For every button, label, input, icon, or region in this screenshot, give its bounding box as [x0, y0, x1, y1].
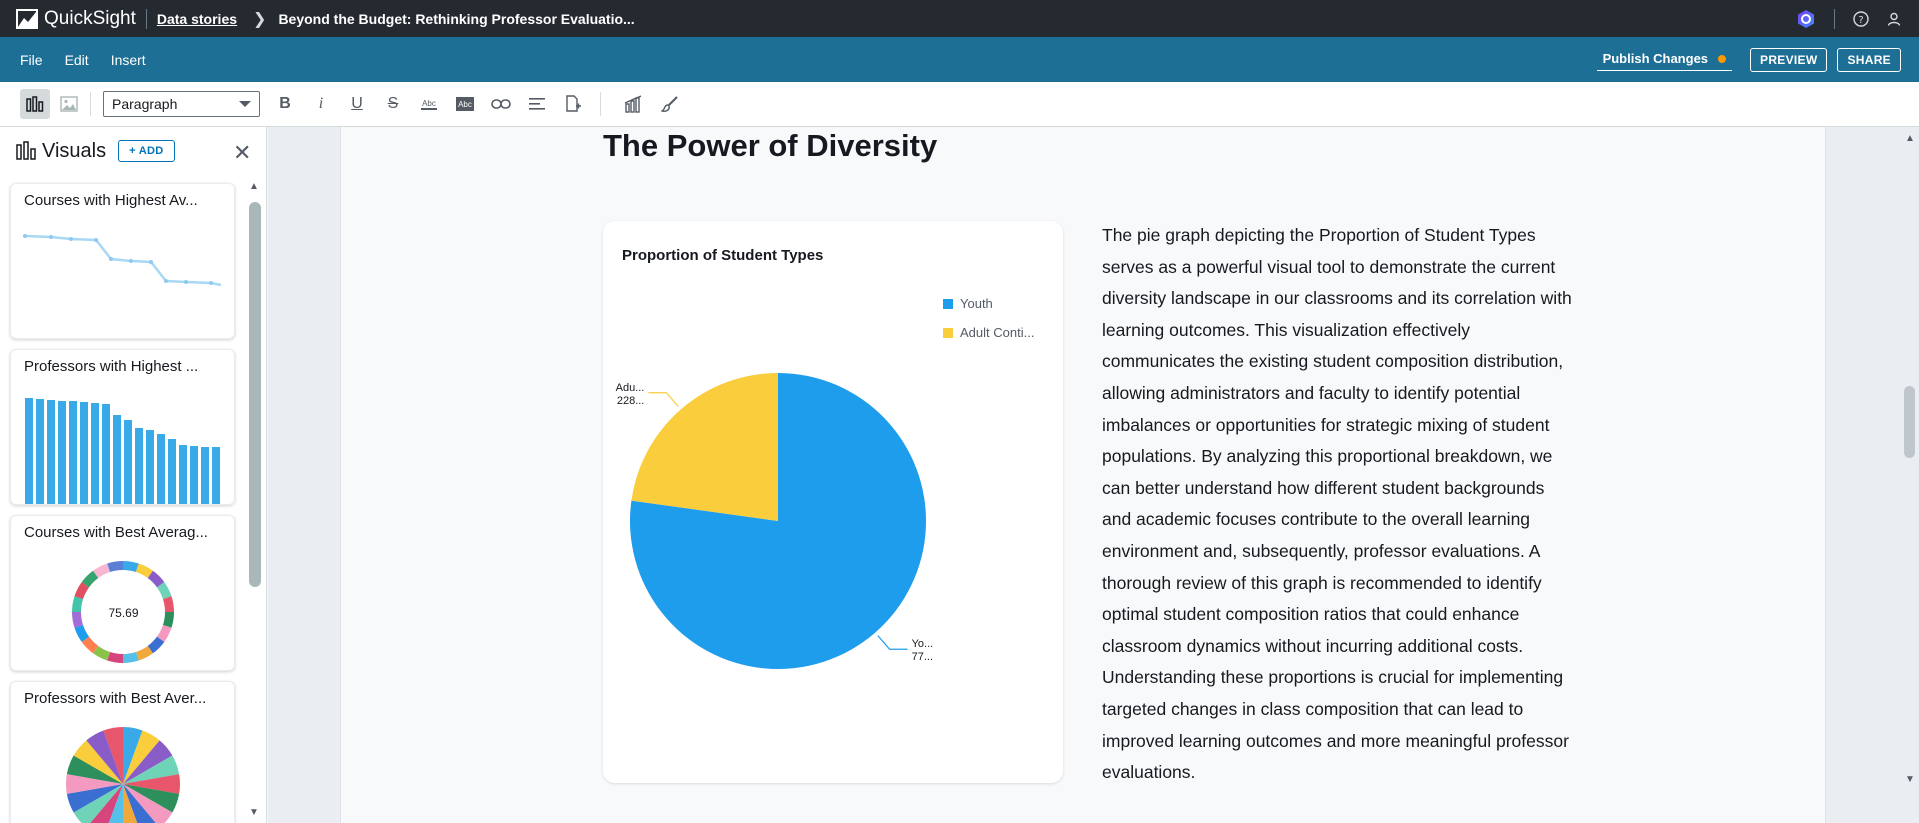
pie-data-label: Adu...	[616, 382, 645, 394]
svg-text:Abc: Abc	[458, 100, 472, 109]
story-heading[interactable]: The Power of Diversity	[603, 128, 937, 164]
align-left-icon	[529, 98, 545, 110]
visual-card-bar[interactable]: Professors with Highest ...	[10, 349, 235, 505]
divider	[1834, 8, 1835, 29]
paint-brush-icon	[661, 96, 678, 112]
images-panel-toggle[interactable]	[54, 89, 84, 119]
help-icon[interactable]: ?	[1853, 10, 1869, 27]
menu-bar: File Edit Insert Publish Changes PREVIEW…	[0, 37, 1919, 82]
bar-chart-icon	[26, 96, 44, 112]
italic-button[interactable]: i	[306, 89, 336, 119]
theme-brush-button[interactable]	[655, 89, 685, 119]
story-page	[340, 127, 1826, 823]
insert-icon	[566, 95, 581, 112]
pie-data-label: 77...	[912, 651, 933, 663]
visuals-panel-toggle[interactable]	[20, 89, 50, 119]
formatting-toolbar: Paragraph B i U S Abc Abc	[0, 82, 1919, 127]
menu-edit[interactable]: Edit	[65, 52, 89, 68]
underline-button[interactable]: U	[342, 89, 372, 119]
donut-thumb-segment	[107, 651, 123, 663]
divider	[145, 8, 147, 29]
panel-scrollbar[interactable]	[249, 202, 261, 587]
font-color-button[interactable]: Abc	[414, 89, 444, 119]
insert-element-button[interactable]	[558, 89, 588, 119]
pie-data-label: Yo...	[912, 638, 934, 650]
divider	[90, 92, 91, 116]
align-button[interactable]	[522, 89, 552, 119]
pie-chart: Yo...77... Adu...228...	[616, 373, 934, 669]
paragraph-style-value: Paragraph	[112, 96, 178, 112]
page-scrollbar[interactable]	[1904, 386, 1915, 458]
scroll-up-icon[interactable]: ▲	[249, 181, 259, 192]
quicksight-logo-icon	[16, 8, 38, 29]
pie-label-leader-0	[877, 635, 908, 650]
chart-format-icon	[624, 95, 642, 113]
donut-thumb-segment	[107, 561, 123, 573]
unsaved-indicator-icon	[1718, 54, 1727, 63]
highlight-button[interactable]: Abc	[450, 89, 480, 119]
image-icon	[60, 96, 78, 112]
bold-button[interactable]: B	[270, 89, 300, 119]
paragraph-style-select[interactable]: Paragraph	[103, 91, 260, 117]
svg-text:?: ?	[1858, 15, 1863, 26]
menu-insert[interactable]: Insert	[111, 52, 146, 68]
visual-pie-proportion-student-types[interactable]: Proportion of Student Types Youth Adult …	[603, 221, 1063, 783]
chart-format-button[interactable]	[619, 89, 649, 119]
strikethrough-button[interactable]: S	[378, 89, 408, 119]
highlight-icon: Abc	[456, 97, 474, 111]
story-paragraph[interactable]: The pie graph depicting the Proportion o…	[1102, 220, 1572, 789]
link-button[interactable]	[486, 89, 516, 119]
strikethrough-icon: S	[387, 95, 399, 112]
pie-label-leader-1	[648, 392, 679, 407]
pie-slice-1[interactable]	[631, 373, 778, 521]
italic-icon: i	[318, 95, 324, 112]
share-button[interactable]: SHARE	[1837, 47, 1901, 72]
close-icon[interactable]: ✕	[233, 140, 251, 166]
visuals-panel: Visuals + ADD ✕ Courses with Highest Av.…	[0, 127, 267, 823]
bar-chart-thumbnail	[25, 398, 220, 504]
scroll-up-icon[interactable]: ▲	[1905, 133, 1915, 144]
top-bar: QuickSight Data stories ❯ Beyond the Bud…	[0, 0, 1919, 37]
breadcrumb-data-stories[interactable]: Data stories	[157, 11, 237, 27]
link-icon	[491, 99, 511, 109]
publish-label: Publish Changes	[1602, 51, 1709, 66]
pie-data-label: 228...	[617, 395, 645, 407]
menu-file[interactable]: File	[20, 52, 43, 68]
chevron-right-icon: ❯	[253, 10, 267, 28]
publish-changes-button[interactable]: Publish Changes	[1596, 48, 1733, 71]
preview-button[interactable]: PREVIEW	[1750, 47, 1828, 72]
visual-card-pie[interactable]: Professors with Best Aver...	[10, 681, 235, 823]
pie-chart-thumbnail	[66, 727, 181, 823]
bar-chart-icon	[16, 141, 36, 160]
add-visual-button[interactable]: + ADD	[118, 140, 175, 162]
user-icon[interactable]	[1887, 12, 1901, 26]
font-color-icon: Abc	[421, 99, 437, 110]
scroll-down-icon[interactable]: ▼	[249, 807, 259, 818]
underline-icon: U	[351, 95, 363, 112]
visual-card-donut[interactable]: Courses with Best Averag... 75.69	[10, 515, 235, 671]
caret-down-icon	[239, 101, 251, 107]
story-title-breadcrumb: Beyond the Budget: Rethinking Professor …	[278, 10, 635, 27]
donut-thumb-segment	[123, 651, 139, 663]
brand[interactable]: QuickSight	[16, 8, 136, 30]
bold-icon: B	[279, 95, 291, 112]
scroll-down-icon[interactable]: ▼	[1905, 774, 1915, 785]
visuals-panel-header: Visuals + ADD	[0, 127, 266, 175]
app-name: QuickSight	[44, 7, 136, 29]
visuals-panel-title: Visuals	[42, 139, 107, 162]
divider	[600, 92, 601, 116]
line-chart-thumbnail	[23, 234, 222, 287]
donut-chart-thumbnail	[72, 561, 174, 663]
q-assistant-icon[interactable]	[1796, 9, 1816, 29]
svg-text:Abc: Abc	[422, 99, 436, 108]
visual-card-list: Courses with Highest Av... Professors wi…	[10, 183, 235, 823]
visual-card-line[interactable]: Courses with Highest Av...	[10, 183, 235, 339]
donut-center-value: 75.69	[108, 606, 139, 620]
donut-thumb-segment	[123, 561, 139, 573]
